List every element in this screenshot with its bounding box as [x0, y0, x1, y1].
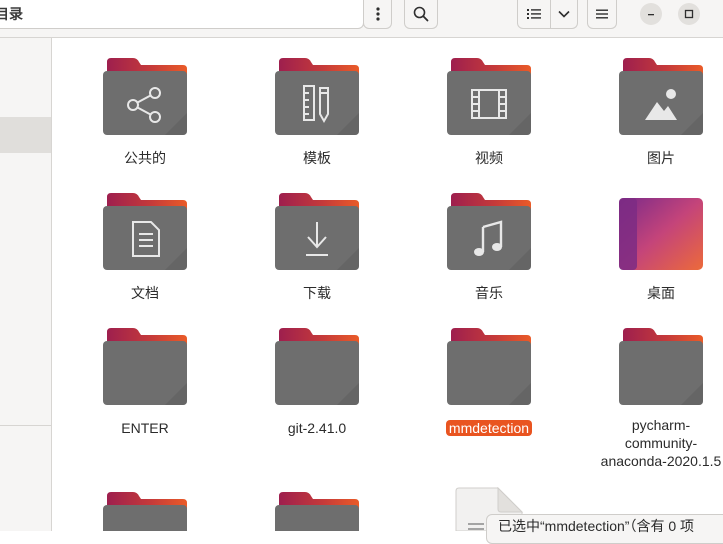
search-button[interactable] — [404, 0, 438, 29]
folder-icon — [275, 58, 359, 136]
folder-item-mmdetection[interactable]: mmdetection — [414, 328, 564, 458]
folder-icon — [275, 492, 359, 531]
kebab-menu-icon — [375, 7, 380, 21]
folder-label: git-2.41.0 — [287, 420, 347, 436]
list-view-button[interactable] — [517, 0, 551, 29]
selection-status-bubble: 已选中“mmdetection”（含有 0 项 — [486, 514, 723, 544]
path-bar[interactable]: 目录 — [0, 0, 364, 29]
folder-icon — [619, 58, 703, 136]
folder-label-line: anaconda-2020.1.5 — [600, 453, 722, 469]
folder-label: 公共的 — [124, 150, 166, 166]
folder-label: 视频 — [475, 150, 503, 166]
folder-item-enter[interactable]: ENTER — [70, 328, 220, 458]
folder-item-public[interactable]: 公共的 — [70, 58, 220, 188]
folder-label: 模板 — [303, 150, 331, 166]
folder-label-line: pycharm- — [631, 417, 691, 433]
folder-icon — [103, 328, 187, 406]
folder-icon — [447, 58, 531, 136]
sidebar — [0, 38, 52, 531]
video-icon — [471, 89, 507, 119]
music-icon — [474, 220, 503, 256]
folder-icon — [275, 193, 359, 271]
folder-item-music[interactable]: 音乐 — [414, 193, 564, 323]
folder-icon — [447, 328, 531, 406]
folder-item-documents[interactable]: 文档 — [70, 193, 220, 323]
folder-icon — [447, 193, 531, 271]
header-bar: 目录 — [0, 0, 723, 38]
path-menu-button[interactable] — [363, 0, 392, 29]
folder-label-selected: mmdetection — [414, 419, 564, 437]
folder-icon — [103, 492, 187, 531]
minimize-button[interactable] — [640, 3, 662, 25]
hamburger-menu-icon — [596, 9, 608, 19]
chevron-down-icon — [558, 10, 570, 18]
folder-label: ENTER — [121, 420, 169, 436]
folder-icon — [275, 328, 359, 406]
folder-icon — [103, 193, 187, 271]
picture-icon — [645, 89, 677, 120]
sidebar-item-selected[interactable] — [0, 117, 51, 153]
download-icon — [306, 222, 328, 256]
folder-icon — [103, 58, 187, 136]
maximize-icon — [684, 9, 694, 19]
folder-item-pictures[interactable]: 图片 — [586, 58, 723, 188]
folder-label: pycharm- community- anaconda-2020.1.5 — [586, 416, 723, 470]
status-text: 已选中“mmdetection”（含有 0 项 — [498, 518, 695, 534]
document-icon — [132, 221, 160, 257]
folder-item-downloads[interactable]: 下载 — [242, 193, 392, 323]
folder-item-desktop[interactable]: 桌面 — [586, 193, 723, 323]
folder-item[interactable] — [70, 492, 220, 531]
path-label[interactable]: 目录 — [0, 0, 23, 28]
maximize-button[interactable] — [678, 3, 700, 25]
folder-item-git[interactable]: git-2.41.0 — [242, 328, 392, 458]
sidebar-divider — [0, 425, 51, 426]
folder-label: 图片 — [647, 150, 675, 166]
minimize-icon — [648, 14, 654, 16]
template-icon — [303, 85, 329, 124]
folder-label-line: community- — [624, 435, 698, 451]
search-icon — [413, 6, 429, 22]
folder-item-pycharm[interactable]: pycharm- community- anaconda-2020.1.5 — [586, 328, 723, 469]
folder-icon — [619, 328, 703, 406]
share-icon — [127, 87, 161, 123]
folder-item[interactable] — [242, 492, 392, 531]
desktop-folder-icon — [619, 193, 703, 271]
selected-label-text: mmdetection — [445, 420, 533, 436]
list-view-icon — [527, 9, 541, 19]
folder-label: 音乐 — [475, 285, 503, 301]
folder-label: 桌面 — [647, 285, 675, 301]
folder-label: 下载 — [303, 285, 331, 301]
view-options-button[interactable] — [550, 0, 578, 29]
folder-item-videos[interactable]: 视频 — [414, 58, 564, 188]
folder-item-templates[interactable]: 模板 — [242, 58, 392, 188]
main-menu-button[interactable] — [587, 0, 617, 29]
folder-label: 文档 — [131, 285, 159, 301]
